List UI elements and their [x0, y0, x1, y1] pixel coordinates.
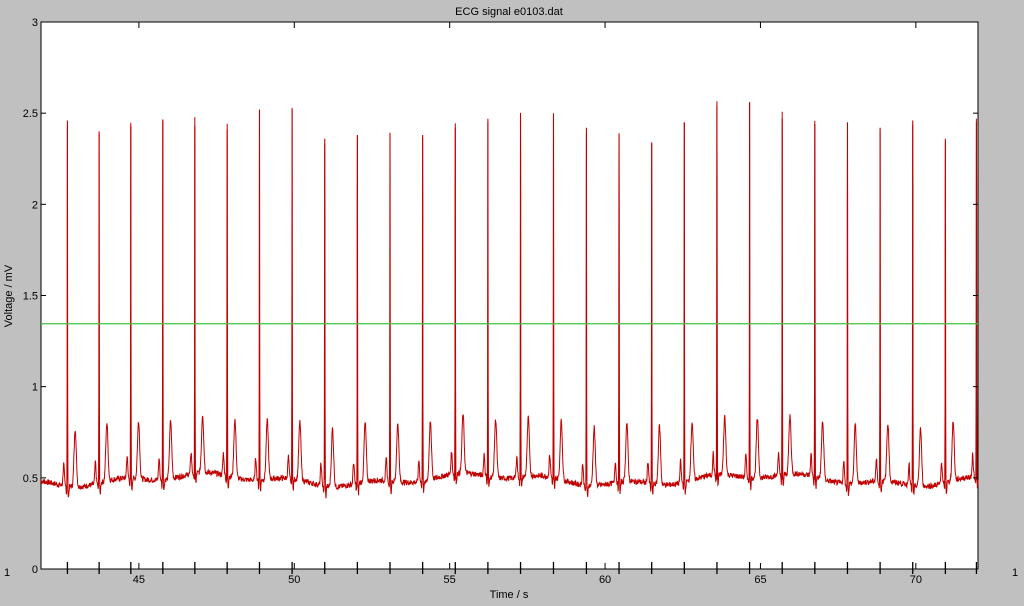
x-axis-label: Time / s: [490, 589, 529, 601]
right-edge-label: 1: [1012, 567, 1018, 579]
y-axis-label: Voltage / mV: [3, 264, 15, 327]
y-tick-label-2: 1: [32, 382, 38, 394]
y-tick-label-5: 2.5: [23, 108, 38, 120]
x-tick-label-3: 60: [599, 574, 611, 586]
plot-area: [40, 21, 979, 570]
x-tick-label-5: 70: [910, 574, 922, 586]
y-tick-label-4: 2: [32, 199, 38, 211]
y-tick-label-3: 1.5: [23, 291, 38, 303]
y-tick-label-0: 0: [32, 564, 38, 576]
left-edge-label: 1: [4, 567, 10, 579]
y-tick-label-1: 0.5: [23, 473, 38, 485]
chart-title: ECG signal e0103.dat: [455, 6, 563, 18]
ecg-chart: 0 0.5 1 1.5 2 2.5 3 45 50 55 60 65 70 ECG signal e01…: [3, 6, 1018, 601]
x-tick-label-1: 50: [288, 574, 300, 586]
x-tick-label-4: 65: [754, 574, 766, 586]
x-tick-label-2: 55: [444, 574, 456, 586]
x-tick-label-0: 45: [133, 574, 145, 586]
y-tick-label-6: 3: [32, 17, 38, 29]
